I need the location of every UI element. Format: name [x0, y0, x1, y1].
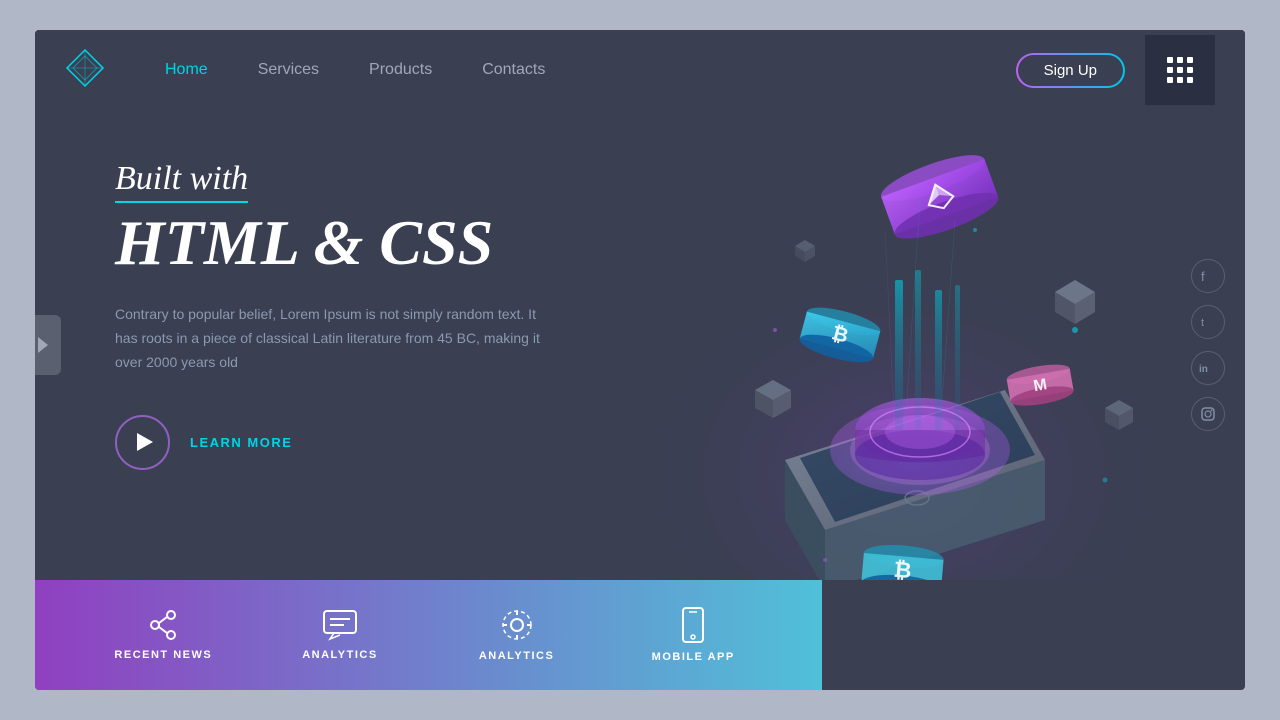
bottom-item-mobile[interactable]: MOBILE APP: [605, 607, 782, 663]
grid-dots-icon: [1167, 57, 1193, 83]
facebook-icon[interactable]: f: [1191, 259, 1225, 293]
page-container: Home Services Products Contacts Sign Up: [35, 30, 1245, 690]
play-icon: [137, 433, 153, 451]
svg-text:₿: ₿: [893, 557, 913, 580]
hero-section: Built with HTML & CSS Contrary to popula…: [35, 110, 1245, 580]
navbar: Home Services Products Contacts Sign Up: [35, 30, 1245, 110]
mobile-icon: [681, 607, 705, 643]
nav-home[interactable]: Home: [165, 61, 208, 79]
chat-icon: [322, 609, 358, 641]
chevron-right-icon: [38, 337, 48, 353]
main-wrapper: Home Services Products Contacts Sign Up: [35, 30, 1245, 690]
bottom-label-analytics: ANALYTICS: [479, 650, 554, 662]
cta-row: LEARN MORE: [115, 415, 615, 470]
bottom-bar: RECENT NEWS ANALYTICS: [35, 580, 822, 690]
bottom-items: RECENT NEWS ANALYTICS: [75, 607, 782, 663]
signup-button-wrapper[interactable]: Sign Up: [1016, 53, 1125, 88]
play-button[interactable]: [115, 415, 170, 470]
settings-icon: [500, 608, 534, 642]
headline-text: HTML & CSS: [115, 208, 615, 278]
learn-more-link[interactable]: LEARN MORE: [190, 435, 292, 450]
nav-services[interactable]: Services: [258, 61, 319, 79]
built-with-label: Built with: [115, 160, 248, 203]
nav-right: Sign Up: [1016, 53, 1125, 88]
built-with-text: Built with: [115, 160, 615, 208]
logo[interactable]: [65, 48, 165, 93]
twitter-icon[interactable]: t: [1191, 305, 1225, 339]
bottom-item-news[interactable]: ANALYTICS: [252, 609, 429, 661]
svg-text:f: f: [1201, 269, 1205, 283]
nav-contacts[interactable]: Contacts: [482, 61, 545, 79]
nav-links: Home Services Products Contacts: [165, 61, 1016, 79]
prev-arrow-button[interactable]: [35, 315, 61, 375]
bottom-item-analytics[interactable]: ANALYTICS: [428, 608, 605, 662]
share-icon: [147, 609, 179, 641]
bottom-label-mobile: MOBILE APP: [652, 651, 735, 663]
signup-button[interactable]: Sign Up: [1018, 55, 1123, 86]
instagram-icon[interactable]: [1191, 397, 1225, 431]
bottom-label-news: ANALYTICS: [302, 649, 377, 661]
grid-menu-button[interactable]: [1145, 35, 1215, 105]
bottom-item-share[interactable]: RECENT NEWS: [75, 609, 252, 661]
svg-text:t: t: [1201, 317, 1204, 329]
hero-illustration: ₿ M ₿: [625, 110, 1185, 580]
linkedin-icon[interactable]: in: [1191, 351, 1225, 385]
description-text: Contrary to popular belief, Lorem Ipsum …: [115, 303, 555, 374]
hero-content: Built with HTML & CSS Contrary to popula…: [115, 140, 615, 580]
nav-products[interactable]: Products: [369, 61, 432, 79]
bottom-label-share: RECENT NEWS: [114, 649, 212, 661]
svg-text:in: in: [1199, 364, 1208, 375]
social-sidebar: f t in: [1191, 259, 1225, 431]
